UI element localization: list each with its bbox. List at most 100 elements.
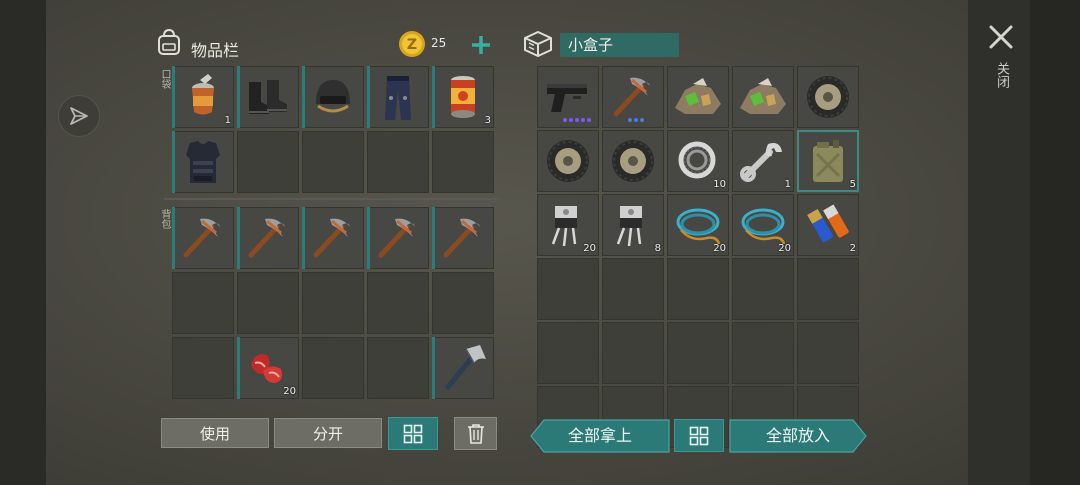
quality-dot xyxy=(581,118,585,122)
pocket-slot[interactable] xyxy=(172,131,234,193)
container-slot[interactable]: 2 xyxy=(797,194,859,256)
boots-icon xyxy=(249,80,287,114)
container-slot[interactable] xyxy=(602,130,664,192)
pocket-slot[interactable] xyxy=(237,131,299,193)
container-slot[interactable] xyxy=(602,322,664,384)
item-count: 8 xyxy=(654,243,661,254)
backpack-icon xyxy=(158,28,180,55)
backpack-slot[interactable] xyxy=(237,272,299,334)
backpack-slot[interactable]: 20 xyxy=(237,337,299,399)
tire-icon xyxy=(612,140,654,182)
item-count: 20 xyxy=(283,386,296,397)
backpack-slot[interactable] xyxy=(367,272,429,334)
container-slot[interactable] xyxy=(732,322,794,384)
container-slot[interactable]: 20 xyxy=(667,194,729,256)
sort-container-button[interactable] xyxy=(674,419,724,452)
pickaxe-icon xyxy=(313,218,350,258)
helmet-icon xyxy=(316,80,350,113)
pocket-slot[interactable] xyxy=(302,66,364,128)
pocket-slot[interactable] xyxy=(367,66,429,128)
container-slot[interactable]: 10 xyxy=(667,130,729,192)
container-slot[interactable]: 20 xyxy=(732,194,794,256)
container-slot[interactable]: 1 xyxy=(732,130,794,192)
quality-dot xyxy=(640,118,644,122)
quality-dot xyxy=(569,118,573,122)
container-slot[interactable] xyxy=(732,258,794,320)
quality-dot xyxy=(587,118,591,122)
container-slot[interactable] xyxy=(797,258,859,320)
container-slot[interactable]: 5 xyxy=(797,130,859,192)
backpack-slot[interactable] xyxy=(302,272,364,334)
pocket-slot[interactable] xyxy=(302,131,364,193)
container-slot[interactable] xyxy=(537,66,599,128)
item-count: 20 xyxy=(778,243,791,254)
container-slot[interactable] xyxy=(667,258,729,320)
inventory-title: 物品栏 xyxy=(191,41,240,60)
pickaxe-icon xyxy=(443,218,480,258)
container-title: 小盒子 xyxy=(560,33,679,57)
backpack-slot[interactable] xyxy=(302,337,364,399)
trash-button[interactable] xyxy=(454,417,497,450)
container-slot[interactable]: 20 xyxy=(537,194,599,256)
container-slot[interactable] xyxy=(537,322,599,384)
backpack-slot[interactable] xyxy=(172,207,234,269)
pocket-slot[interactable] xyxy=(367,131,429,193)
ore-icon xyxy=(675,78,721,114)
take-all-button[interactable]: 全部拿上 xyxy=(530,419,670,453)
backpack-slot[interactable] xyxy=(432,337,494,399)
split-button[interactable]: 分开 xyxy=(274,418,382,448)
pickaxe-icon xyxy=(613,77,650,117)
put-all-button[interactable]: 全部放入 xyxy=(729,419,867,453)
container-slot[interactable] xyxy=(667,322,729,384)
close-icon[interactable] xyxy=(984,20,1018,54)
container-slot[interactable] xyxy=(797,66,859,128)
item-count: 5 xyxy=(849,179,856,190)
backpack-slot[interactable] xyxy=(172,337,234,399)
pocket-slot[interactable] xyxy=(432,131,494,193)
pants-icon xyxy=(385,76,411,120)
navigation-button[interactable] xyxy=(58,95,100,137)
backpack-slot[interactable] xyxy=(432,272,494,334)
grid-sort-icon xyxy=(689,426,709,445)
container-slot[interactable] xyxy=(537,130,599,192)
use-button[interactable]: 使用 xyxy=(161,418,269,448)
quality-dot xyxy=(563,118,567,122)
section-divider xyxy=(164,198,497,200)
container-box-icon xyxy=(524,31,552,57)
pocket-slot[interactable] xyxy=(237,66,299,128)
sort-inventory-button[interactable] xyxy=(388,417,438,450)
quality-dot xyxy=(628,118,632,122)
backpack-slot[interactable] xyxy=(237,207,299,269)
pocket-slot[interactable]: 1 xyxy=(172,66,234,128)
item-count: 1 xyxy=(784,179,791,190)
backpack-slot[interactable] xyxy=(172,272,234,334)
item-count: 2 xyxy=(849,243,856,254)
send-arrow-icon xyxy=(70,107,88,125)
container-slot[interactable] xyxy=(732,66,794,128)
container-slot[interactable] xyxy=(797,322,859,384)
add-coins-button[interactable] xyxy=(470,34,492,56)
pickaxe-icon xyxy=(378,218,415,258)
container-slot[interactable] xyxy=(667,66,729,128)
backpack-slot[interactable] xyxy=(367,337,429,399)
item-count: 3 xyxy=(484,115,491,126)
container-slot[interactable]: 8 xyxy=(602,194,664,256)
container-slot[interactable] xyxy=(602,258,664,320)
pickaxe-icon xyxy=(248,218,285,258)
container-slot[interactable] xyxy=(602,66,664,128)
close-label[interactable]: 关闭 xyxy=(992,62,1009,88)
container-slot[interactable] xyxy=(537,258,599,320)
backpack-slot[interactable] xyxy=(432,207,494,269)
pocket-slot[interactable]: 3 xyxy=(432,66,494,128)
backpack-slot[interactable] xyxy=(302,207,364,269)
ore-icon xyxy=(740,78,786,114)
screen-edge-left xyxy=(0,0,46,485)
backpack-slot[interactable] xyxy=(367,207,429,269)
take-all-label: 全部拿上 xyxy=(567,426,632,445)
armor-vest-icon xyxy=(186,141,220,183)
item-count: 20 xyxy=(583,243,596,254)
item-count: 20 xyxy=(713,243,726,254)
coin-icon: Z xyxy=(399,31,425,57)
pocket-label: 口袋 xyxy=(159,69,170,89)
screen-edge-right-outer xyxy=(1030,0,1080,485)
